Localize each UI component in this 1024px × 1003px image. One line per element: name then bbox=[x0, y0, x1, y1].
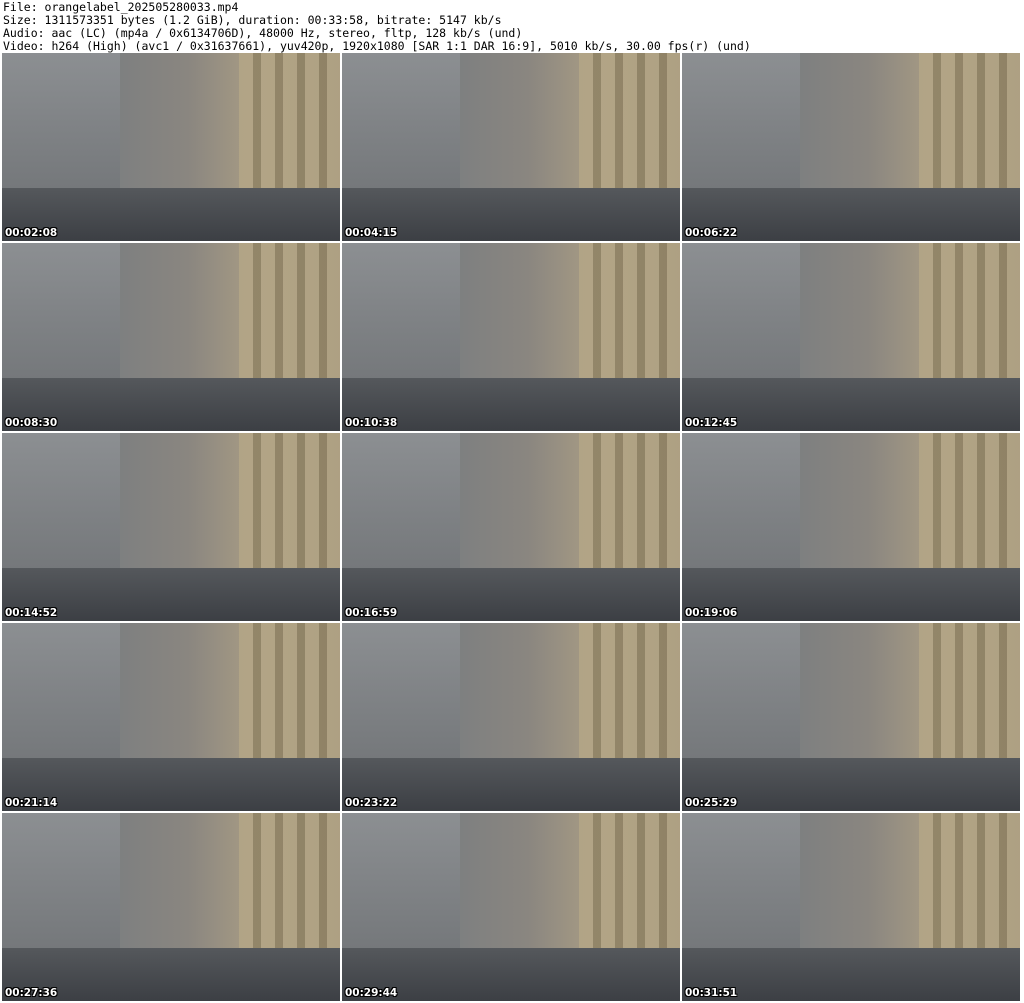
video-thumbnail: 00:19:06 bbox=[682, 433, 1020, 621]
timestamp: 00:10:38 bbox=[345, 417, 398, 429]
timestamp: 00:08:30 bbox=[5, 417, 58, 429]
file-info-header: File: orangelabel_202505280033.mp4 Size:… bbox=[3, 1, 751, 53]
timestamp: 00:25:29 bbox=[685, 797, 738, 809]
video-thumbnail: 00:21:14 bbox=[2, 623, 340, 811]
timestamp: 00:31:51 bbox=[685, 987, 738, 999]
video-info: Video: h264 (High) (avc1 / 0x31637661), … bbox=[3, 39, 751, 53]
timestamp: 00:29:44 bbox=[345, 987, 398, 999]
timestamp: 00:21:14 bbox=[5, 797, 58, 809]
video-thumbnail: 00:23:22 bbox=[342, 623, 680, 811]
timestamp: 00:16:59 bbox=[345, 607, 398, 619]
timestamp: 00:02:08 bbox=[5, 227, 58, 239]
video-thumbnail: 00:08:30 bbox=[2, 243, 340, 431]
timestamp: 00:27:36 bbox=[5, 987, 58, 999]
timestamp: 00:12:45 bbox=[685, 417, 738, 429]
video-thumbnail: 00:25:29 bbox=[682, 623, 1020, 811]
video-thumbnail: 00:04:15 bbox=[342, 53, 680, 241]
video-thumbnail: 00:27:36 bbox=[2, 813, 340, 1001]
video-thumbnail: 00:29:44 bbox=[342, 813, 680, 1001]
timestamp: 00:14:52 bbox=[5, 607, 58, 619]
video-thumbnail: 00:02:08 bbox=[2, 53, 340, 241]
video-thumbnail: 00:10:38 bbox=[342, 243, 680, 431]
video-thumbnail: 00:16:59 bbox=[342, 433, 680, 621]
timestamp: 00:04:15 bbox=[345, 227, 398, 239]
video-thumbnail: 00:06:22 bbox=[682, 53, 1020, 241]
timestamp: 00:19:06 bbox=[685, 607, 738, 619]
video-thumbnail: 00:31:51 bbox=[682, 813, 1020, 1001]
video-thumbnail: 00:14:52 bbox=[2, 433, 340, 621]
timestamp: 00:06:22 bbox=[685, 227, 738, 239]
video-thumbnail: 00:12:45 bbox=[682, 243, 1020, 431]
thumbnail-grid: 00:02:08 00:04:15 00:06:22 00:08:30 00:10:38… bbox=[2, 53, 1020, 1001]
timestamp: 00:23:22 bbox=[345, 797, 398, 809]
